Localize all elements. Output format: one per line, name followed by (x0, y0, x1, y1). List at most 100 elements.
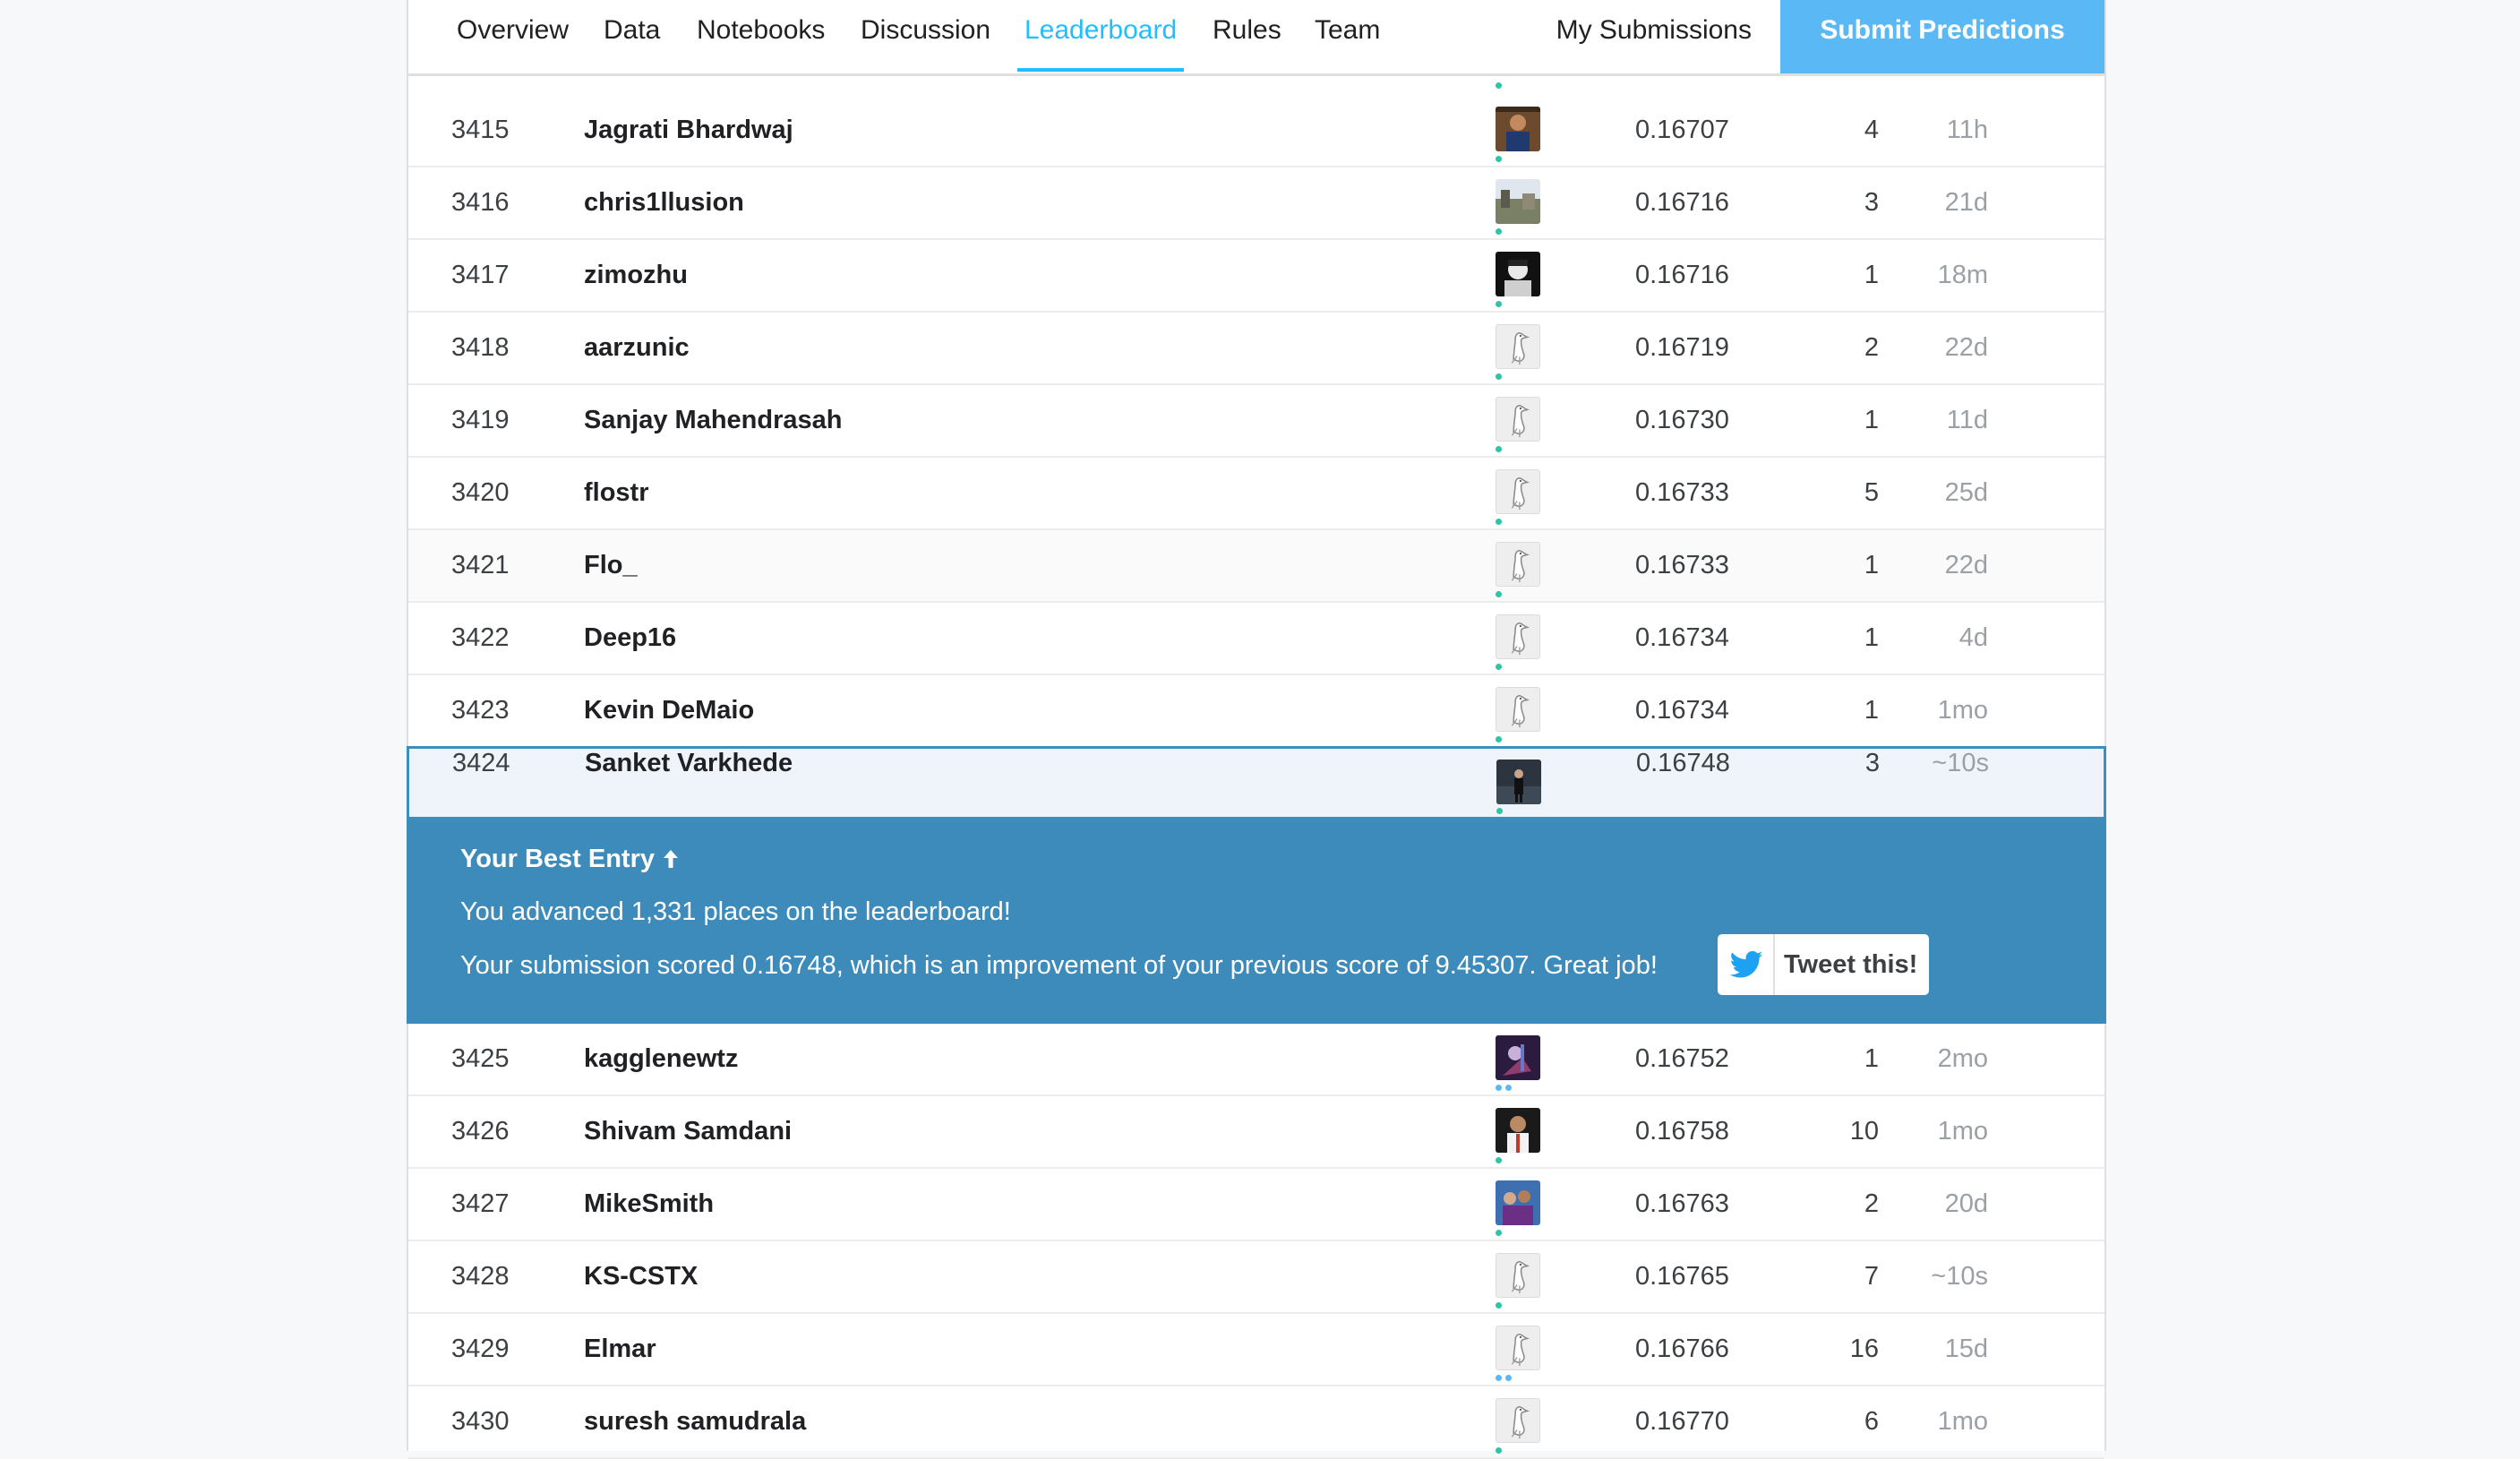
tab-leaderboard[interactable]: Leaderboard (1017, 0, 1185, 72)
medal-dot (1496, 1302, 1502, 1309)
team-name[interactable]: Shivam Samdani (584, 1096, 792, 1167)
rank: 3426 (451, 1117, 510, 1146)
tab-rules[interactable]: Rules (1213, 0, 1281, 73)
rank: 3425 (451, 1044, 510, 1073)
last-submission: 22d (1944, 551, 1988, 579)
medal-dot (1505, 1375, 1512, 1381)
score: 0.16763 (1635, 1189, 1729, 1218)
leaderboard-row[interactable]: 3430 suresh samudrala 0.16770 6 1mo (408, 1386, 2104, 1459)
last-submission: 2mo (1937, 1044, 1988, 1073)
default-avatar-icon[interactable] (1496, 542, 1540, 587)
avatar[interactable] (1496, 1035, 1540, 1080)
medal-dot (1496, 736, 1502, 742)
medal-dot (1496, 446, 1502, 452)
leaderboard-row[interactable]: 3427 MikeSmith 0.16763 2 20d (408, 1169, 2104, 1241)
team-name[interactable]: Kevin DeMaio (584, 675, 754, 746)
leaderboard-row[interactable]: 3417 zimozhu 0.16716 1 18m (408, 240, 2104, 313)
team-name[interactable]: aarzunic (584, 313, 690, 383)
leaderboard-row[interactable]: 3429 Elmar 0.16766 16 15d (408, 1314, 2104, 1386)
medal-dot (1496, 1230, 1502, 1236)
tab-notebooks[interactable]: Notebooks (697, 0, 825, 73)
leaderboard-row[interactable]: 3428 KS-CSTX 0.16765 7 ~10s (408, 1241, 2104, 1314)
medal-dot (1496, 1085, 1502, 1091)
tab-discussion[interactable]: Discussion (861, 0, 990, 73)
team-name[interactable]: chris1llusion (584, 167, 744, 238)
leaderboard-row[interactable]: 3425 kagglenewtz 0.16752 1 2mo (408, 1024, 2104, 1096)
medal-dot (1496, 664, 1502, 670)
rank: 3427 (451, 1189, 510, 1218)
tab-team[interactable]: Team (1315, 0, 1380, 73)
team-name[interactable]: Sanket Varkhede (585, 749, 793, 778)
score: 0.16765 (1635, 1262, 1729, 1291)
avatar[interactable] (1496, 760, 1541, 804)
leaderboard-row[interactable]: 3426 Shivam Samdani 0.16758 10 1mo (408, 1096, 2104, 1169)
leaderboard-row[interactable]: 3418 aarzunic 0.16719 2 22d (408, 313, 2104, 385)
team-name[interactable]: KS-CSTX (584, 1241, 698, 1312)
tweet-divider (1773, 934, 1775, 995)
score: 0.16758 (1635, 1117, 1729, 1146)
last-submission: 4d (1959, 623, 1988, 652)
entries: 3 (1864, 749, 1880, 777)
team-name[interactable]: suresh samudrala (584, 1386, 806, 1457)
default-avatar-icon[interactable] (1496, 614, 1540, 659)
avatar[interactable] (1496, 1180, 1540, 1225)
leaderboard-row[interactable]: 3415 Jagrati Bhardwaj 0.16707 4 11h (408, 95, 2104, 167)
banner-score-text: Your submission scored 0.16748, which is… (460, 951, 1658, 980)
rank: 3421 (451, 551, 510, 579)
default-avatar-icon[interactable] (1496, 324, 1540, 369)
leaderboard-row[interactable]: 3421 Flo_ 0.16733 1 22d (408, 530, 2104, 603)
score: 0.16733 (1635, 478, 1729, 507)
avatar[interactable] (1496, 179, 1540, 224)
leaderboard-row[interactable]: 3420 flostr 0.16733 5 25d (408, 458, 2104, 530)
entries: 4 (1864, 116, 1879, 144)
leaderboard-row[interactable]: 3422 Deep16 0.16734 1 4d (408, 603, 2104, 675)
default-avatar-icon[interactable] (1496, 469, 1540, 514)
medal-dot (1496, 808, 1503, 814)
score: 0.16752 (1635, 1044, 1729, 1073)
best-entry-banner: Your Best Entry You advanced 1,331 place… (407, 820, 2106, 1024)
team-name[interactable]: Deep16 (584, 603, 676, 674)
banner-title: Your Best Entry (460, 845, 680, 874)
leaderboard-row[interactable]: 3419 Sanjay Mahendrasah 0.16730 1 11d (408, 385, 2104, 458)
tweet-button[interactable]: Tweet this! (1718, 934, 1929, 995)
rank: 3423 (451, 696, 510, 725)
leaderboard-row[interactable]: 3416 chris1llusion 0.16716 3 21d (408, 167, 2104, 240)
team-name[interactable]: zimozhu (584, 240, 688, 311)
default-avatar-icon[interactable] (1496, 1398, 1540, 1443)
rank: 3428 (451, 1262, 510, 1291)
score: 0.16716 (1635, 261, 1729, 289)
team-name[interactable]: Elmar (584, 1314, 656, 1385)
default-avatar-icon[interactable] (1496, 397, 1540, 442)
avatar[interactable] (1496, 107, 1540, 151)
score: 0.16719 (1635, 333, 1729, 362)
tab-data[interactable]: Data (604, 0, 660, 73)
entries: 7 (1864, 1262, 1879, 1291)
entries: 10 (1849, 1117, 1879, 1146)
entries: 3 (1864, 188, 1879, 217)
default-avatar-icon[interactable] (1496, 1253, 1540, 1298)
medal-dot (1505, 1085, 1512, 1091)
medal-dot (1496, 1375, 1502, 1381)
score: 0.16766 (1635, 1335, 1729, 1363)
avatar[interactable] (1496, 1108, 1540, 1153)
my-submissions-link[interactable]: My Submissions (1556, 0, 1752, 61)
leaderboard-row[interactable]: 3423 Kevin DeMaio 0.16734 1 1mo (408, 675, 2104, 748)
team-name[interactable]: Jagrati Bhardwaj (584, 95, 793, 166)
entries: 2 (1864, 333, 1879, 362)
default-avatar-icon[interactable] (1496, 687, 1540, 732)
team-name[interactable]: kagglenewtz (584, 1024, 738, 1094)
team-name[interactable]: Flo_ (584, 530, 638, 601)
user-leaderboard-row[interactable]: 3424 Sanket Varkhede 0.16748 3 ~10s (407, 746, 2106, 820)
team-name[interactable]: Sanjay Mahendrasah (584, 385, 843, 456)
entries: 16 (1849, 1335, 1879, 1363)
entries: 1 (1864, 406, 1879, 434)
default-avatar-icon[interactable] (1496, 1326, 1540, 1370)
avatar[interactable] (1496, 252, 1540, 296)
team-name[interactable]: flostr (584, 458, 649, 528)
score: 0.16734 (1635, 696, 1729, 725)
medal-dot (1496, 373, 1502, 380)
submit-predictions-button[interactable]: Submit Predictions (1780, 0, 2104, 73)
team-name[interactable]: MikeSmith (584, 1169, 714, 1240)
tab-overview[interactable]: Overview (457, 0, 569, 73)
score: 0.16707 (1635, 116, 1729, 144)
